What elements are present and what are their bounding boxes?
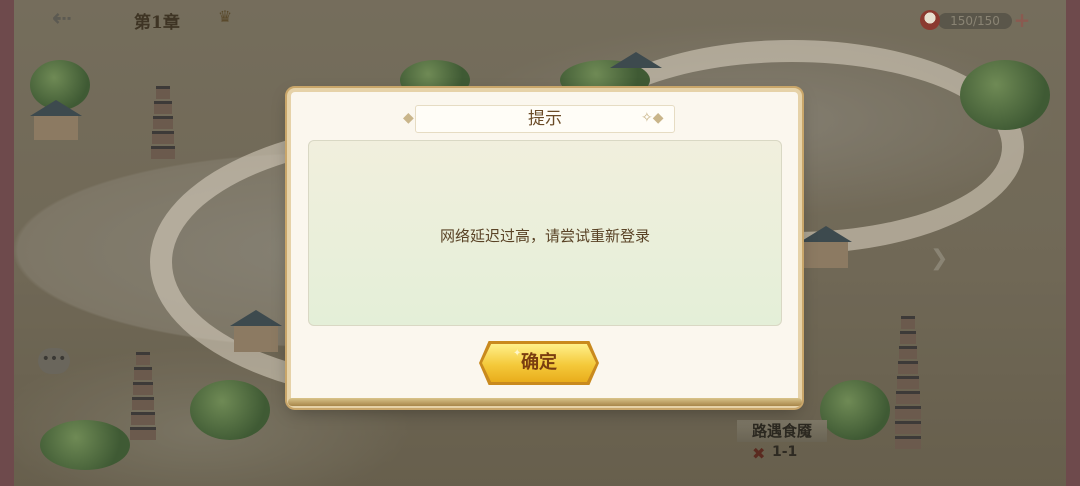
alert-dialog: ◆✧ 提示 ✧◆ 网络延迟过高，请尝试重新登录 确定 ✦ xyxy=(291,92,798,404)
map-pagoda xyxy=(130,352,156,442)
dialog-scroll-rod-bottom xyxy=(288,398,802,406)
dialog-message: 网络延迟过高，请尝试重新登录 xyxy=(439,227,650,245)
map-tree xyxy=(40,420,130,470)
stage-id: 1-1 xyxy=(772,444,798,460)
map-building-roof xyxy=(30,100,82,116)
map-building-roof xyxy=(800,226,852,242)
chat-bubble-icon[interactable]: ••• xyxy=(38,348,70,374)
sparkle-icon: ✦ xyxy=(513,348,522,359)
confirm-button[interactable]: 确定 xyxy=(482,344,596,382)
stamina-value: 150/150 xyxy=(938,13,1012,29)
map-tree xyxy=(960,60,1050,130)
add-stamina-button[interactable]: + xyxy=(1012,10,1032,30)
map-building-wall xyxy=(234,326,278,352)
map-pagoda xyxy=(150,86,176,161)
stamina-icon xyxy=(920,10,940,30)
stage-name[interactable]: 路遇食魇 xyxy=(737,420,827,442)
map-pagoda xyxy=(895,316,921,451)
crown-icon[interactable]: ♛ xyxy=(216,8,234,26)
chapter-title: 第1章 xyxy=(134,13,180,33)
stamina-counter: 150/150 + xyxy=(920,10,1030,32)
chevron-right-icon[interactable]: ❯ xyxy=(930,246,948,271)
map-building-roof xyxy=(230,310,282,326)
dialog-title: 提示 xyxy=(415,105,675,133)
map-building-roof xyxy=(610,52,662,68)
map-building-wall xyxy=(34,116,78,140)
map-frame-right xyxy=(1066,0,1080,486)
ornament-icon: ✧◆ xyxy=(641,110,664,126)
map-building-wall xyxy=(804,242,848,268)
dialog-message-panel: 网络延迟过高，请尝试重新登录 xyxy=(308,140,782,326)
crossed-swords-icon: ✖ xyxy=(752,444,766,463)
map-tree xyxy=(190,380,270,440)
back-arrow-icon[interactable]: ⇠ xyxy=(52,6,92,30)
map-frame-left xyxy=(0,0,14,486)
map-tree xyxy=(820,380,890,440)
